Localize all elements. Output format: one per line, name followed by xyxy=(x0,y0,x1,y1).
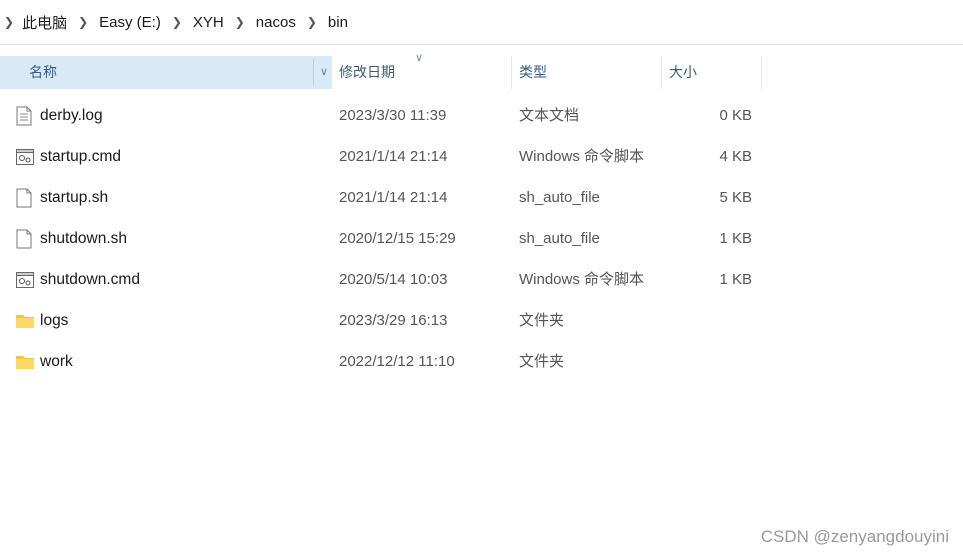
file-type: 文件夹 xyxy=(519,353,565,370)
folder-icon xyxy=(15,341,35,382)
breadcrumb-item-drive[interactable]: Easy (E:) xyxy=(97,12,163,33)
file-row[interactable]: startup.sh 2021/1/14 21:14 sh_auto_file … xyxy=(0,177,963,218)
script-file-icon xyxy=(15,259,35,300)
column-header-type-label: 类型 xyxy=(519,64,547,80)
column-divider[interactable] xyxy=(661,56,662,89)
column-divider[interactable] xyxy=(761,56,762,89)
file-list: derby.log 2023/3/30 11:39 文本文档 0 KB star… xyxy=(0,95,963,382)
chevron-right-icon[interactable]: ❯ xyxy=(78,15,88,29)
breadcrumb: ❯ 此电脑 ❯ Easy (E:) ❯ XYH ❯ nacos ❯ bin xyxy=(0,0,963,45)
file-name: startup.cmd xyxy=(40,148,121,165)
file-type: Windows 命令脚本 xyxy=(519,148,645,165)
file-size: 1 KB xyxy=(719,230,752,247)
file-name: shutdown.sh xyxy=(40,230,128,247)
chevron-right-icon[interactable]: ❯ xyxy=(4,15,14,29)
file-type: 文本文档 xyxy=(519,107,580,124)
file-size: 4 KB xyxy=(719,148,752,165)
chevron-down-icon[interactable]: ∨ xyxy=(320,56,328,89)
file-name: startup.sh xyxy=(40,189,109,206)
file-date: 2020/5/14 10:03 xyxy=(339,271,448,288)
file-date: 2021/1/14 21:14 xyxy=(339,148,448,165)
file-type: Windows 命令脚本 xyxy=(519,271,645,288)
column-header-size[interactable]: 大小 xyxy=(669,56,761,89)
file-row[interactable]: shutdown.sh 2020/12/15 15:29 sh_auto_fil… xyxy=(0,218,963,259)
file-row[interactable]: startup.cmd 2021/1/14 21:14 Windows 命令脚本… xyxy=(0,136,963,177)
column-header-date[interactable]: 修改日期 xyxy=(339,56,511,89)
file-size: 5 KB xyxy=(719,189,752,206)
file-date: 2021/1/14 21:14 xyxy=(339,189,448,206)
chevron-right-icon[interactable]: ❯ xyxy=(172,15,182,29)
column-header-name-label: 名称 xyxy=(29,64,57,80)
script-file-icon xyxy=(15,136,35,177)
watermark: CSDN @zenyangdouyini xyxy=(760,527,949,546)
file-date: 2020/12/15 15:29 xyxy=(339,230,456,247)
file-type: 文件夹 xyxy=(519,312,565,329)
breadcrumb-item-nacos[interactable]: nacos xyxy=(254,12,298,33)
file-date: 2022/12/12 11:10 xyxy=(339,353,455,370)
breadcrumb-item-xyh[interactable]: XYH xyxy=(191,12,226,33)
folder-icon xyxy=(15,300,35,341)
file-row[interactable]: derby.log 2023/3/30 11:39 文本文档 0 KB xyxy=(0,95,963,136)
chevron-right-icon[interactable]: ❯ xyxy=(235,15,245,29)
column-header-name[interactable]: 名称 ∨ xyxy=(0,56,332,89)
breadcrumb-item-this-pc[interactable]: 此电脑 xyxy=(20,10,69,35)
folder-name: logs xyxy=(40,312,69,329)
file-size: 1 KB xyxy=(719,271,752,288)
folder-row[interactable]: logs 2023/3/29 16:13 文件夹 xyxy=(0,300,963,341)
folder-row[interactable]: work 2022/12/12 11:10 文件夹 xyxy=(0,341,963,382)
file-name: derby.log xyxy=(40,107,103,124)
blank-file-icon xyxy=(15,177,35,218)
file-row[interactable]: shutdown.cmd 2020/5/14 10:03 Windows 命令脚… xyxy=(0,259,963,300)
column-header-size-label: 大小 xyxy=(669,64,697,80)
column-header-date-label: 修改日期 xyxy=(339,64,395,80)
column-header-type[interactable]: 类型 xyxy=(519,56,662,89)
file-type: sh_auto_file xyxy=(519,230,600,247)
file-size: 0 KB xyxy=(719,107,752,124)
breadcrumb-item-bin[interactable]: bin xyxy=(326,12,350,33)
column-divider xyxy=(313,59,314,86)
file-name: shutdown.cmd xyxy=(40,271,140,288)
file-date: 2023/3/30 11:39 xyxy=(339,107,447,124)
folder-name: work xyxy=(40,353,73,370)
column-divider[interactable] xyxy=(511,56,512,89)
column-header-bar: 名称 ∨ ∨ 修改日期 类型 大小 xyxy=(0,52,963,89)
file-size xyxy=(669,300,752,341)
file-size xyxy=(669,341,752,382)
blank-file-icon xyxy=(15,218,35,259)
file-date: 2023/3/29 16:13 xyxy=(339,312,448,329)
file-type: sh_auto_file xyxy=(519,189,600,206)
chevron-right-icon[interactable]: ❯ xyxy=(307,15,317,29)
text-file-icon xyxy=(15,95,35,136)
